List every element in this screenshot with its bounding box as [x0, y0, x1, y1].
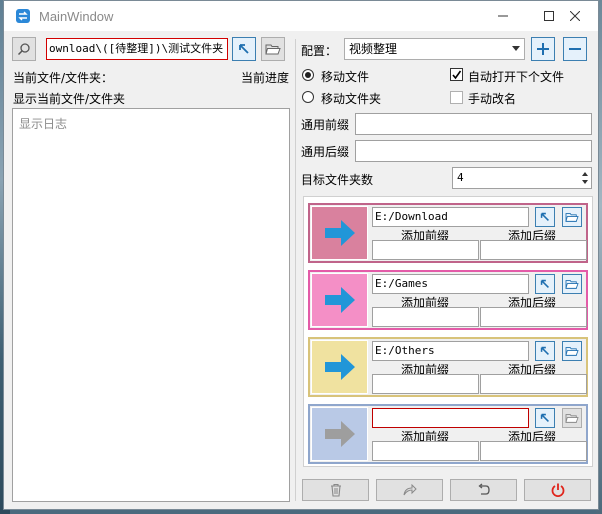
target-folder-3: 添加前缀 添加后缀 [308, 404, 588, 464]
common-prefix-input[interactable] [355, 113, 592, 135]
move-folder-radio[interactable] [302, 91, 314, 103]
jump-target-button-3[interactable] [535, 408, 555, 428]
minus-icon [569, 48, 581, 50]
manual-rename-label: 手动改名 [468, 92, 517, 106]
remove-config-button[interactable] [563, 37, 587, 61]
jump-target-button-2[interactable] [535, 341, 555, 361]
target-folder-list: E:/Download 添加前缀 添加后缀 E:/Games 添加前缀 添加后缀… [303, 196, 593, 467]
add-prefix-input-3[interactable] [372, 441, 479, 461]
browse-target-button-2[interactable] [562, 341, 582, 361]
folder-open-icon [565, 414, 579, 423]
auto-open-next-label: 自动打开下个文件 [468, 70, 565, 84]
chevron-down-icon [512, 46, 520, 51]
common-suffix-label: 通用后缀 [301, 145, 350, 159]
panel-divider [295, 39, 296, 501]
undo-button[interactable] [450, 479, 517, 501]
power-button[interactable] [524, 479, 591, 501]
target-folder-2: E:/Others 添加前缀 添加后缀 [308, 337, 588, 397]
target-path-input-2[interactable]: E:/Others [372, 341, 529, 361]
display-current-file-label: 显示当前文件/文件夹 [13, 92, 126, 106]
spin-up-icon[interactable] [582, 172, 588, 176]
common-suffix-input[interactable] [355, 140, 592, 162]
add-suffix-input-0[interactable] [480, 240, 587, 260]
target-folder-1: E:/Games 添加前缀 添加后缀 [308, 270, 588, 330]
main-window: MainWindow ownload\([待整理])\测试文件夹 当前文件/文件… [3, 0, 599, 510]
arrow-right-icon [324, 220, 355, 246]
power-icon [551, 483, 564, 497]
arrow-up-left-icon [540, 279, 549, 288]
arrow-up-left-icon [540, 346, 549, 355]
move-to-target-button-2[interactable] [311, 340, 368, 394]
folder-open-icon [565, 280, 579, 289]
arrow-up-left-icon [540, 413, 549, 422]
trash-icon [330, 483, 341, 497]
current-file-label: 当前文件/文件夹： [13, 71, 114, 85]
minimize-button[interactable] [480, 1, 526, 31]
target-path-input-0[interactable]: E:/Download [372, 207, 529, 227]
move-to-target-button-3[interactable] [311, 407, 368, 461]
arrow-up-left-icon [540, 212, 549, 221]
move-folder-label: 移动文件夹 [321, 92, 382, 106]
add-prefix-input-1[interactable] [372, 307, 479, 327]
log-area[interactable]: 显示日志 [12, 108, 290, 502]
auto-open-next-checkbox[interactable] [450, 68, 463, 81]
add-prefix-input-0[interactable] [372, 240, 479, 260]
search-button[interactable] [12, 37, 36, 61]
jump-target-button-0[interactable] [535, 207, 555, 227]
title-bar[interactable]: MainWindow [4, 1, 598, 31]
window-title: MainWindow [39, 8, 114, 24]
undo-icon [477, 483, 490, 495]
config-label: 配置： [301, 44, 338, 58]
move-to-target-button-1[interactable] [311, 273, 368, 327]
add-config-button[interactable] [531, 37, 555, 61]
log-placeholder: 显示日志 [19, 117, 68, 131]
move-file-label: 移动文件 [321, 70, 370, 84]
arrow-right-icon [324, 421, 355, 447]
delete-button[interactable] [302, 479, 369, 501]
redo-icon [403, 484, 417, 496]
browse-target-button-1[interactable] [562, 274, 582, 294]
arrow-right-icon [324, 287, 355, 313]
move-to-target-button-0[interactable] [311, 206, 368, 260]
search-icon [17, 43, 30, 56]
target-folder-0: E:/Download 添加前缀 添加后缀 [308, 203, 588, 263]
jump-target-button-1[interactable] [535, 274, 555, 294]
redo-button[interactable] [376, 479, 443, 501]
jump-to-path-button[interactable] [232, 37, 256, 61]
move-file-radio[interactable] [302, 69, 314, 81]
close-icon [570, 11, 580, 21]
checkmark-icon [452, 70, 462, 80]
folder-open-icon [265, 44, 281, 55]
plus-icon [537, 43, 549, 55]
manual-rename-checkbox[interactable] [450, 91, 463, 104]
app-icon [16, 9, 30, 23]
target-count-value: 4 [457, 171, 464, 184]
target-count-label: 目标文件夹数 [301, 173, 374, 187]
current-progress-label: 当前进度 [241, 71, 290, 85]
add-suffix-input-2[interactable] [480, 374, 587, 394]
target-count-spinbox[interactable]: 4 [452, 167, 592, 189]
minimize-icon [498, 15, 508, 17]
arrow-right-icon [324, 354, 355, 380]
target-path-input-1[interactable]: E:/Games [372, 274, 529, 294]
spin-down-icon[interactable] [582, 180, 588, 184]
config-select[interactable]: 视频整理 [344, 38, 525, 60]
arrow-up-left-icon [239, 44, 249, 54]
add-suffix-input-3[interactable] [480, 441, 587, 461]
folder-open-icon [565, 213, 579, 222]
folder-open-icon [565, 347, 579, 356]
browse-target-button-3[interactable] [562, 408, 582, 428]
add-suffix-input-1[interactable] [480, 307, 587, 327]
open-folder-button[interactable] [261, 37, 285, 61]
config-selected-value: 视频整理 [349, 42, 398, 56]
target-path-input-3[interactable] [372, 408, 529, 428]
current-path-input[interactable]: ownload\([待整理])\测试文件夹 [46, 38, 228, 60]
add-prefix-input-2[interactable] [372, 374, 479, 394]
common-prefix-label: 通用前缀 [301, 118, 350, 132]
close-button[interactable] [552, 1, 598, 31]
browse-target-button-0[interactable] [562, 207, 582, 227]
